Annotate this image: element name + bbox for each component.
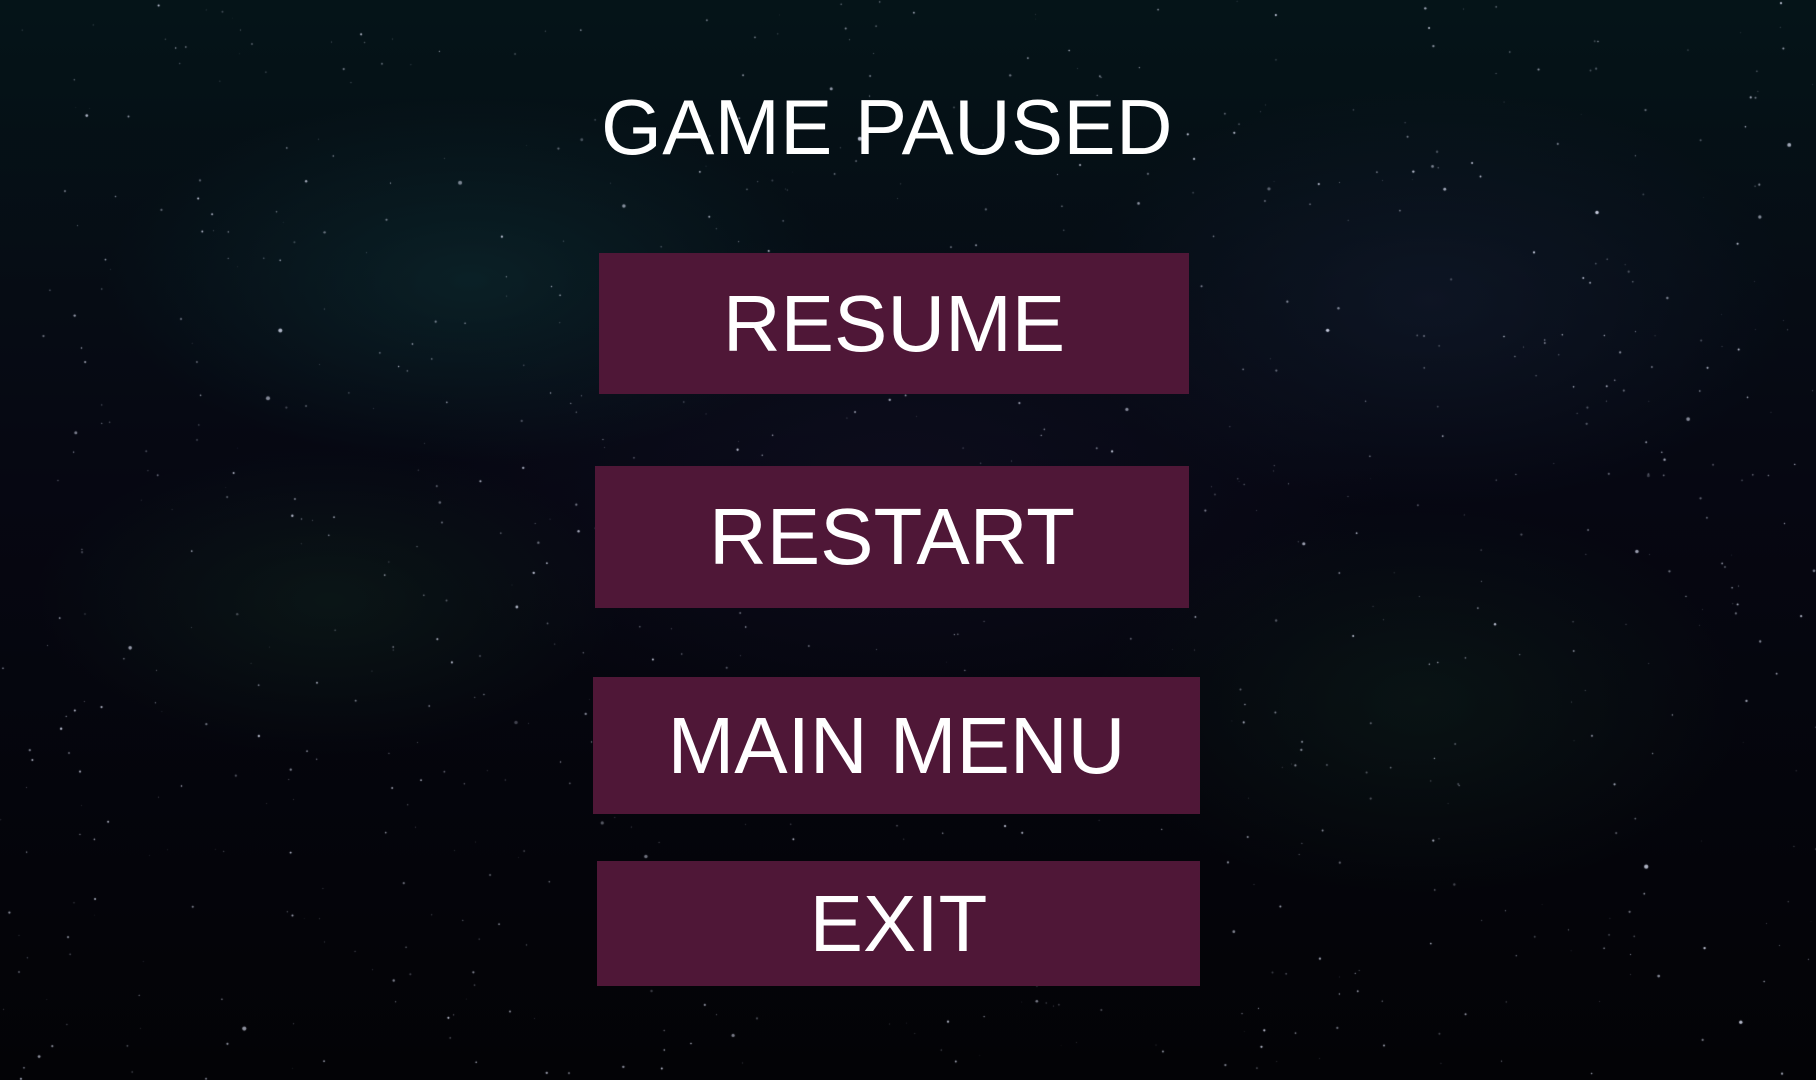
resume-button-label: RESUME <box>722 278 1066 368</box>
main-menu-button[interactable]: MAIN MENU <box>593 677 1200 814</box>
restart-button[interactable]: RESTART <box>595 466 1189 608</box>
pause-title: GAME PAUSED <box>601 83 1173 171</box>
exit-button-label: EXIT <box>809 878 988 968</box>
resume-button[interactable]: RESUME <box>599 253 1189 394</box>
starfield-background: GAME PAUSED RESUME RESTART MAIN MENU EXI… <box>0 0 1816 1080</box>
restart-button-label: RESTART <box>709 492 1075 581</box>
exit-button[interactable]: EXIT <box>597 861 1200 986</box>
main-menu-button-label: MAIN MENU <box>667 700 1126 790</box>
